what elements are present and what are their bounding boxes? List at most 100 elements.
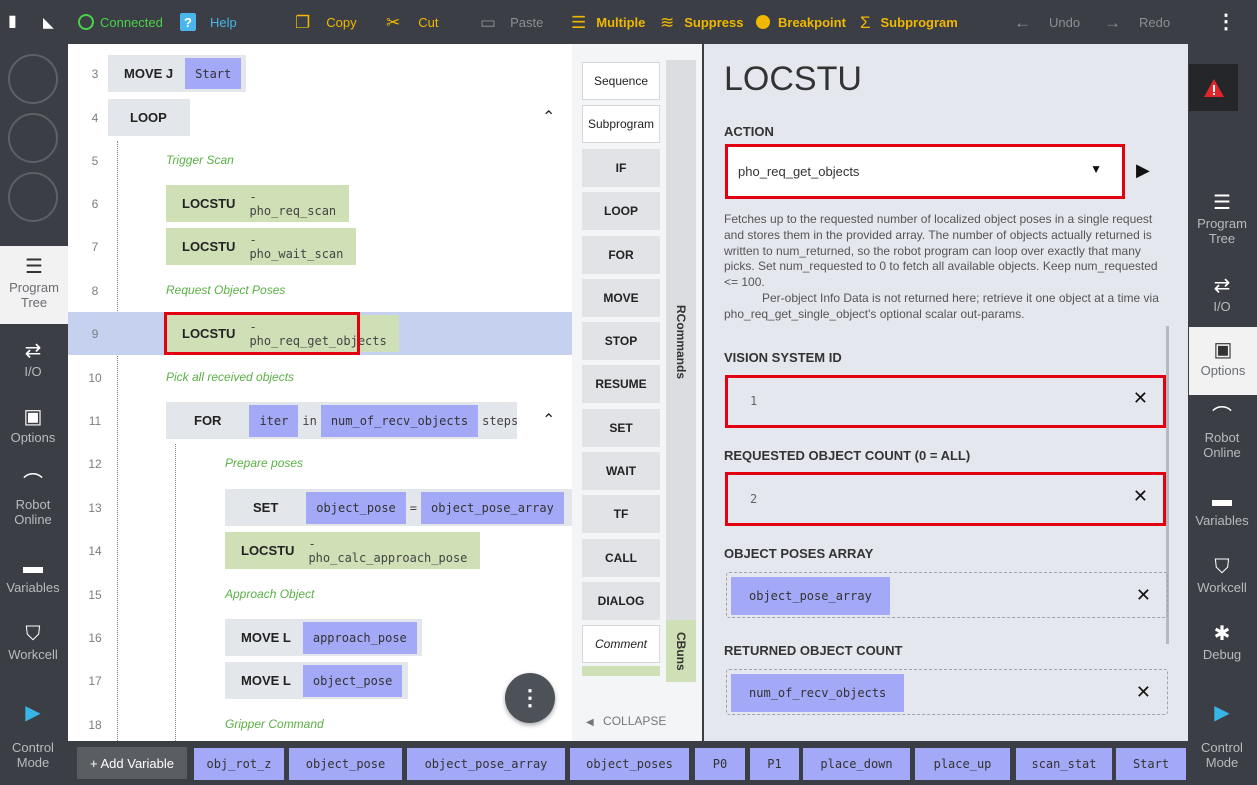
suppress-button[interactable]: ≋ Suppress [660,0,744,44]
left-nav-program-tree[interactable]: ☰ Program Tree [0,246,68,324]
for-block[interactable]: FOR iter in num_of_recv_objects steps [166,402,518,439]
tree-row[interactable]: 3 MOVE J Start [68,52,572,95]
move-l-block[interactable]: MOVE L object_pose [225,662,408,699]
variable-pill[interactable]: num_of_recv_objects [320,404,479,437]
cmd-move[interactable]: MOVE [582,279,660,317]
cmd-wait[interactable]: WAIT [582,452,660,490]
copy-button[interactable]: ❐ Copy [295,0,357,44]
variable-pill[interactable]: object_pose [306,491,406,524]
tree-row[interactable]: 11 FOR iter in num_of_recv_objects steps… [68,399,572,442]
move-l-block[interactable]: MOVE L approach_pose [225,619,422,656]
variable-chip[interactable]: object_pose [289,748,402,780]
clear-icon[interactable]: ✕ [1136,682,1151,703]
command-label: LOCSTU [241,543,295,558]
tree-row[interactable]: 14 LOCSTU - pho_calc_approach_pose [68,529,572,572]
cmd-subprogram[interactable]: Subprogram [582,105,660,143]
variable-chip[interactable]: Start [1116,748,1186,780]
left-control-mode-button[interactable]: ▶ Control Mode [0,700,66,770]
left-nav-variables[interactable]: ▬ Variables [0,554,66,595]
variable-pill[interactable]: object_pose [302,664,403,697]
variable-pill[interactable]: approach_pose [302,621,417,654]
tree-row[interactable]: 6 LOCSTU - pho_req_scan [68,182,572,225]
cmd-set[interactable]: SET [582,409,660,447]
help-button[interactable]: ? Help [180,0,237,44]
right-nav-workcell[interactable]: ⛉ Workcell [1189,554,1255,595]
left-nav-options[interactable]: ▣ Options [0,404,66,445]
subprogram-button[interactable]: Σ Subprogram [860,0,958,44]
shield-icon: ⛉ [1214,556,1230,578]
variable-chip[interactable]: scan_stat [1016,748,1112,780]
variable-chip[interactable]: object_poses [570,748,689,780]
breakpoint-button[interactable]: Breakpoint [756,0,846,44]
tree-row[interactable]: 16 MOVE L approach_pose [68,616,572,659]
cmd-sequence[interactable]: Sequence [582,62,660,100]
tree-row[interactable]: 17 MOVE L object_pose [68,659,572,702]
locstu-block[interactable]: LOCSTU - pho_calc_approach_pose [225,532,480,569]
right-nav-io[interactable]: ⇄ I/O [1189,273,1255,314]
tree-row[interactable]: 10 Pick all received objects [68,356,572,399]
object-poses-array-field[interactable]: object_pose_array ✕ [726,572,1168,618]
right-nav-options[interactable]: ▣ Options [1189,327,1257,395]
variable-pill[interactable]: Start [185,58,242,89]
variable-chip[interactable]: P1 [750,748,799,780]
right-control-mode-button[interactable]: ▶ Control Mode [1189,700,1255,770]
tree-row[interactable]: 4 LOOP ⌃ [68,96,572,139]
variable-pill[interactable]: num_of_recv_objects [731,674,905,712]
loop-block[interactable]: LOOP [108,99,190,136]
variable-chip[interactable]: P0 [695,748,745,780]
tree-actions-fab[interactable]: ⋮ [505,673,555,723]
multiple-button[interactable]: ☰ Multiple [571,0,645,44]
chevron-up-icon[interactable]: ⌃ [542,410,555,430]
tab-cbuns[interactable]: CBuns [666,620,696,682]
variable-pill[interactable]: object_pose_array [731,577,890,615]
chevron-up-icon[interactable]: ⌃ [542,107,555,127]
clear-icon[interactable]: ✕ [1136,585,1151,606]
right-nav-variables[interactable]: ▬ Variables [1189,487,1255,528]
right-nav-program-tree[interactable]: ☰ Program Tree [1189,190,1255,246]
cmd-dialog[interactable]: DIALOG [582,582,660,620]
cut-button[interactable]: ✂ Cut [386,0,438,44]
right-nav-robot-online[interactable]: ⌒ Robot Online [1189,404,1255,460]
variable-chip[interactable]: place_up [915,748,1010,780]
collapse-button[interactable]: ◀ COLLAPSE [586,714,666,728]
move-j-block[interactable]: MOVE J Start [108,55,246,92]
set-block[interactable]: SET object_pose = object_pose_array [ [225,489,572,526]
more-menu-button[interactable]: ⋮ [1216,0,1236,44]
play-action-button[interactable]: ▶ [1136,160,1150,181]
right-nav-debug[interactable]: ✱ Debug [1189,621,1255,662]
tree-row[interactable]: 12 Prepare poses [68,442,572,485]
tree-row[interactable]: 13 SET object_pose = object_pose_array [ [68,486,572,529]
cmd-loop[interactable]: LOOP [582,192,660,230]
cmd-for[interactable]: FOR [582,236,660,274]
variable-pill[interactable]: object_pose_array [421,491,564,524]
cmd-call[interactable]: CALL [582,539,660,577]
returned-count-field[interactable]: num_of_recv_objects ✕ [726,669,1168,715]
tree-row[interactable]: 18 Gripper Command [68,703,572,741]
left-nav-workcell[interactable]: ⛉ Workcell [0,621,66,662]
tree-row[interactable]: 7 LOCSTU - pho_wait_scan [68,225,572,268]
clipboard-icon: ▣ [1213,339,1233,361]
add-variable-button[interactable]: + Add Variable [77,747,187,779]
tree-row[interactable]: 15 Approach Object [68,573,572,616]
left-nav-io[interactable]: ⇄ I/O [0,338,66,379]
tree-row[interactable]: 5 Trigger Scan [68,139,572,182]
paste-button[interactable]: ▭ Paste [480,0,543,44]
cmd-comment[interactable]: Comment [582,625,660,663]
tree-row[interactable]: 8 Request Object Poses [68,269,572,312]
variable-chip[interactable]: object_pose_array [407,748,565,780]
variable-chip[interactable]: place_down [803,748,910,780]
undo-button[interactable]: ← Undo [1014,0,1080,44]
cmd-tf[interactable]: TF [582,495,660,533]
tab-rcommands[interactable]: RCommands [666,60,696,624]
left-nav-robot-online[interactable]: ⌒ Robot Online [0,471,66,527]
cmd-stop[interactable]: STOP [582,322,660,360]
locstu-block[interactable]: LOCSTU - pho_req_scan [166,185,349,222]
cmd-if[interactable]: IF [582,149,660,187]
play-icon: ▶ [1136,160,1150,180]
redo-button[interactable]: → Redo [1104,0,1170,44]
variable-pill[interactable]: iter [249,404,299,437]
variable-chip[interactable]: obj_rot_z [194,748,284,780]
locstu-block[interactable]: LOCSTU - pho_wait_scan [166,228,356,265]
warning-button[interactable] [1189,64,1238,111]
cmd-resume[interactable]: RESUME [582,365,660,403]
